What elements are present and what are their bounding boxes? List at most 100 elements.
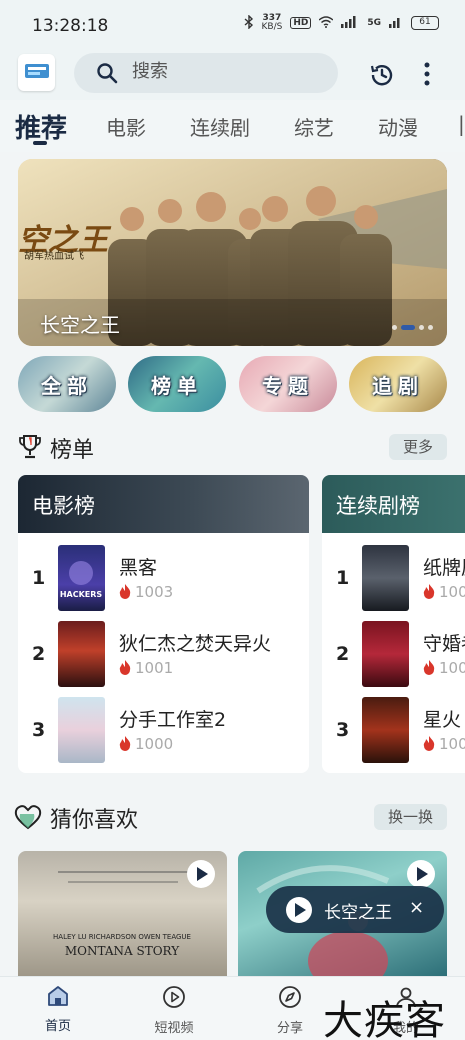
ranking-row[interactable]: 1 纸牌屋 100: [322, 545, 465, 611]
mini-player[interactable]: 长空之王 ×: [266, 886, 444, 933]
poster-di-renjie: [58, 621, 105, 687]
banner-dot[interactable]: [392, 325, 397, 330]
poster-caption: MONTANA STORY: [65, 944, 180, 958]
tab-recommend[interactable]: 推荐: [15, 108, 67, 145]
active-tab-indicator: [33, 141, 47, 145]
ranking-heat-value: 1000: [135, 735, 174, 753]
ranking-row[interactable]: 1 HACKERS 黑客 1003: [18, 545, 309, 611]
series-ranking-header: 连续剧榜: [322, 475, 465, 533]
ranking-heat: 1003: [119, 583, 173, 603]
status-icons: 337 KB/S HD 5G 61: [244, 14, 439, 32]
guess-section-title: 猜你喜欢: [50, 808, 139, 833]
network-speed: 337 KB/S: [262, 14, 283, 32]
mini-player-title: 长空之王: [324, 903, 392, 923]
ranking-heat: 1001: [119, 659, 173, 679]
category-tabs: 推荐 电影 连续剧 综艺 动漫 |: [0, 100, 465, 152]
chip-all-label: 全部: [41, 374, 93, 398]
ranking-row[interactable]: 2 狄仁杰之焚天异火 1001: [18, 621, 309, 687]
banner-dot[interactable]: [428, 325, 433, 330]
ranking-row[interactable]: 3 分手工作室2 1000: [18, 697, 309, 763]
series-ranking-title: 连续剧榜: [336, 494, 420, 518]
battery-icon: 61: [411, 16, 439, 30]
network-type: 5G: [367, 18, 381, 28]
nav-short-video[interactable]: 短视频: [139, 985, 209, 1036]
mini-player-play-button[interactable]: [286, 897, 312, 923]
ranking-row[interactable]: 3 星火 100: [322, 697, 465, 763]
rank-number: 1: [32, 567, 46, 589]
wifi-icon: [318, 15, 334, 31]
tab-anime[interactable]: 动漫: [378, 112, 418, 141]
chip-follow[interactable]: 追剧: [349, 356, 447, 412]
rank-number: 2: [32, 643, 46, 665]
poster-breakup-studio: [58, 697, 105, 763]
mini-player-close-button[interactable]: ×: [409, 897, 424, 918]
ranking-heat-value: 100: [439, 659, 465, 677]
play-circle-icon: [139, 985, 209, 1013]
tab-movie[interactable]: 电影: [106, 112, 146, 141]
app-logo[interactable]: [18, 54, 55, 91]
banner-tagline: 胡军热血试飞: [24, 251, 84, 262]
rank-number: 2: [336, 643, 350, 665]
ranking-heat-value: 100: [439, 583, 465, 601]
app-header: [0, 50, 465, 100]
ranking-heat: 100: [423, 735, 465, 755]
tab-series[interactable]: 连续剧: [190, 112, 250, 141]
banner-dot[interactable]: [419, 325, 424, 330]
guess-section-header: 猜你喜欢 换一换: [14, 802, 447, 833]
network-speed-unit: KB/S: [261, 22, 283, 32]
chip-topic-label: 专题: [262, 374, 314, 398]
ranking-row[interactable]: 2 守婚者 100: [322, 621, 465, 687]
ranking-heat-value: 1001: [135, 659, 174, 677]
banner-title: 长空之王: [40, 313, 120, 337]
nav-home[interactable]: 首页: [23, 985, 93, 1034]
nav-short-video-label: 短视频: [154, 1021, 194, 1036]
movie-ranking-header: 电影榜: [18, 475, 309, 533]
status-time: 13:28:18: [32, 16, 109, 36]
poster-series-2: [362, 621, 409, 687]
fire-icon: [119, 584, 131, 603]
play-button[interactable]: [407, 860, 435, 888]
compass-icon: [255, 985, 325, 1013]
recommend-card[interactable]: HALEY LU RICHARDSON OWEN TEAGUE MONTANA …: [18, 851, 227, 976]
poster-series-3: [362, 697, 409, 763]
ranking-more-button[interactable]: 更多: [388, 434, 447, 460]
ranking-title: 分手工作室2: [119, 709, 227, 731]
watermark: 大疾客: [323, 998, 446, 1040]
search-input[interactable]: [132, 61, 322, 82]
fire-icon: [423, 584, 435, 603]
movie-ranking-title: 电影榜: [32, 494, 95, 518]
rank-number: 1: [336, 567, 350, 589]
chip-ranking[interactable]: 榜单: [128, 356, 226, 412]
ranking-heat-value: 100: [439, 735, 465, 753]
play-button[interactable]: [187, 860, 215, 888]
signal-icon: [341, 15, 359, 31]
chip-all[interactable]: 全部: [18, 356, 116, 412]
hd-badge: HD: [290, 17, 312, 29]
status-bar: 13:28:18 337 KB/S HD 5G 61: [0, 0, 465, 50]
ranking-title: 星火: [423, 709, 462, 731]
fire-icon: [423, 736, 435, 755]
tab-variety[interactable]: 综艺: [294, 112, 334, 141]
rank-number: 3: [336, 719, 350, 741]
more-vertical-icon[interactable]: [424, 62, 430, 90]
series-ranking-card[interactable]: 连续剧榜 1 纸牌屋 100 2 守婚者 100 3 星火 100: [322, 475, 465, 773]
nav-share[interactable]: 分享: [255, 985, 325, 1036]
chip-ranking-label: 榜单: [151, 374, 203, 398]
poster-house-of-cards: [362, 545, 409, 611]
tab-overflow[interactable]: |: [458, 112, 465, 136]
history-icon[interactable]: [369, 62, 395, 92]
search-bar[interactable]: [74, 53, 338, 93]
home-icon: [23, 985, 93, 1011]
heart-icon: [14, 804, 42, 834]
nav-share-label: 分享: [276, 1021, 303, 1036]
ranking-title: 纸牌屋: [423, 557, 465, 579]
chip-topic[interactable]: 专题: [239, 356, 337, 412]
ranking-title: 守婚者: [423, 633, 465, 655]
ranking-section-header: 榜单 更多: [18, 432, 447, 463]
movie-ranking-card[interactable]: 电影榜 1 HACKERS 黑客 1003 2 狄仁杰之焚天异火 1001 3 …: [18, 475, 309, 773]
category-chips: 全部 榜单 专题 追剧: [18, 356, 447, 412]
ranking-heat: 100: [423, 583, 465, 603]
hero-banner[interactable]: 空之王 胡军热血试飞 长空之王: [18, 159, 447, 346]
banner-dot-active[interactable]: [401, 325, 415, 330]
refresh-button[interactable]: 换一换: [373, 804, 447, 830]
